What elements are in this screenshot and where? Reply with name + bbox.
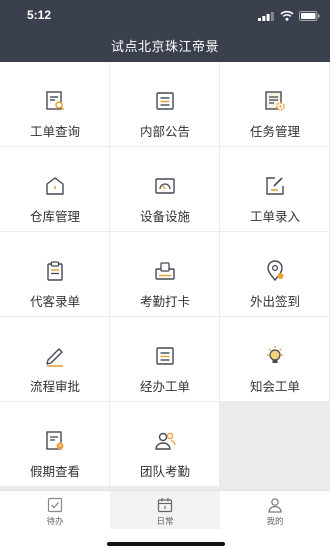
tab-daily[interactable]: 日常 [110, 491, 220, 529]
menu-label: 仓库管理 [29, 210, 80, 224]
bottom-tab-bar: 待办 日常 我的 [0, 490, 330, 550]
menu-item-work-order-entry[interactable]: 工单录入 [220, 147, 330, 232]
signal-icon [258, 12, 274, 21]
warehouse-icon [46, 177, 64, 195]
menu-label: 内部公告 [139, 125, 190, 139]
tab-label: 日常 [156, 516, 174, 526]
menu-label: 假期查看 [29, 465, 80, 479]
wifi-icon [280, 10, 294, 21]
menu-label: 代客录单 [29, 295, 80, 309]
menu-label: 设备设施 [139, 210, 190, 224]
leave-calendar-icon [46, 431, 64, 450]
tab-label: 待办 [46, 516, 64, 526]
menu-label: 外出签到 [249, 295, 300, 309]
todo-check-icon [47, 497, 63, 513]
calendar-icon [157, 498, 173, 513]
task-management-icon [265, 91, 285, 111]
status-bar: 5:12 [0, 0, 330, 30]
team-attendance-icon [155, 432, 176, 450]
handled-orders-icon [156, 347, 174, 365]
menu-label: 流程审批 [29, 380, 80, 394]
pen-approval-icon [46, 348, 63, 367]
menu-item-warehouse[interactable]: 仓库管理 [0, 147, 110, 232]
page-title: 试点北京珠江帝景 [110, 39, 219, 54]
clipboard-icon [47, 261, 63, 281]
menu-label: 任务管理 [249, 125, 300, 139]
work-order-search-icon [46, 91, 65, 111]
menu-label: 考勤打卡 [139, 295, 190, 309]
menu-item-team-attendance[interactable]: 团队考勤 [110, 402, 220, 487]
menu-item-announcement[interactable]: 内部公告 [110, 62, 220, 147]
equipment-gauge-icon [155, 178, 175, 194]
menu-label: 工单录入 [249, 210, 300, 224]
menu-item-equipment[interactable]: 设备设施 [110, 147, 220, 232]
tab-mine[interactable]: 我的 [220, 491, 330, 529]
menu-item-process-approval[interactable]: 流程审批 [0, 317, 110, 402]
battery-icon [299, 11, 320, 21]
lightbulb-icon [267, 346, 283, 363]
status-time: 5:12 [27, 8, 52, 22]
menu-label: 知会工单 [249, 380, 300, 394]
profile-icon [268, 498, 282, 513]
menu-item-task-management[interactable]: 任务管理 [220, 62, 330, 147]
menu-item-work-order-search[interactable]: 工单查询 [0, 62, 110, 147]
menu-item-notify-orders[interactable]: 知会工单 [220, 317, 330, 402]
menu-label: 经办工单 [139, 380, 190, 394]
menu-label: 工单查询 [29, 125, 80, 139]
work-order-entry-icon [266, 177, 284, 195]
header-bar: 5:12 试点北京珠江帝景 [0, 0, 330, 62]
menu-item-attendance-punch[interactable]: 考勤打卡 [110, 232, 220, 317]
location-checkin-icon [267, 260, 284, 282]
menu-item-handled-orders[interactable]: 经办工单 [110, 317, 220, 402]
tab-label: 我的 [266, 516, 284, 526]
menu-item-leave-view[interactable]: 假期查看 [0, 402, 110, 487]
home-indicator [107, 542, 225, 546]
menu-item-proxy-order[interactable]: 代客录单 [0, 232, 110, 317]
announcement-icon [156, 92, 174, 110]
tab-todo[interactable]: 待办 [0, 491, 110, 529]
punch-clock-icon [155, 262, 175, 280]
menu-item-outing-checkin[interactable]: 外出签到 [220, 232, 330, 317]
menu-label: 团队考勤 [139, 465, 190, 479]
